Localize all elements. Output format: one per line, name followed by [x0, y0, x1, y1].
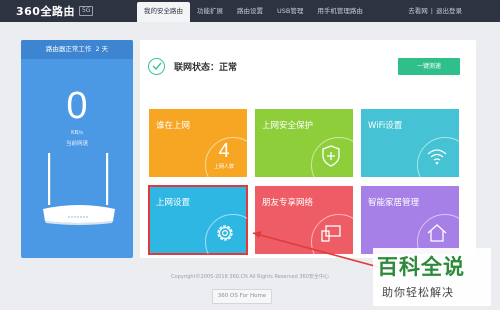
- tile-friend-network[interactable]: 朋友专享网络: [255, 186, 353, 254]
- top-bar: 360全路由 5G 我的安全路由 功能扩展 路由设置 USB管理 用手机管理路由…: [0, 0, 500, 22]
- watermark-logo: 百科全说 助你轻松解决: [373, 248, 491, 306]
- brand-name: 360全路由: [16, 5, 75, 18]
- online-count-label: 上网人数: [213, 164, 234, 170]
- uptime-header: 路由器正常工作 2 天: [21, 40, 133, 59]
- home-icon: [423, 219, 451, 247]
- wifi-icon: [423, 142, 451, 170]
- tile-label: 朋友专享网络: [262, 198, 314, 208]
- tile-wifi-settings[interactable]: WiFi设置: [361, 109, 459, 177]
- nav-extensions[interactable]: 功能扩展: [190, 0, 230, 22]
- speed-unit: KB/s: [70, 130, 84, 136]
- nav-usb[interactable]: USB管理: [270, 0, 310, 22]
- shield-plus-icon: [317, 142, 345, 170]
- uptime-unit: 天: [101, 45, 109, 53]
- devices-icon: [317, 219, 345, 247]
- tile-label: 智能家居管理: [368, 198, 420, 208]
- uptime-days: 2: [95, 45, 100, 53]
- account-link[interactable]: 去看网: [408, 0, 428, 22]
- logout-link[interactable]: 退出登录: [436, 0, 462, 22]
- tile-smart-home[interactable]: 智能家居管理: [361, 186, 459, 254]
- main-panel: 联网状态：正常 一键测速 谁在上网 4 上网人数 上网安全保护 WiFi设置 上…: [140, 40, 476, 258]
- tile-label: 谁在上网: [156, 121, 191, 131]
- account-links: 去看网 | 退出登录: [408, 0, 462, 22]
- network-status: 联网状态：正常: [148, 57, 237, 75]
- online-count: 4: [218, 140, 230, 162]
- tile-label: 上网设置: [156, 198, 191, 208]
- watermark-subtitle: 助你轻松解决: [382, 286, 454, 299]
- tile-internet-settings[interactable]: 上网设置: [148, 185, 248, 255]
- network-status-label: 联网状态：正常: [174, 62, 238, 73]
- nav-router-settings[interactable]: 路由设置: [230, 0, 270, 22]
- model-badge: 5G: [78, 6, 94, 16]
- tile-label: 上网安全保护: [262, 121, 314, 131]
- tile-security-protection[interactable]: 上网安全保护: [255, 109, 353, 177]
- os-button[interactable]: 360 OS For Home: [212, 289, 272, 304]
- tile-label: WiFi设置: [368, 121, 403, 131]
- speed-value: 0: [66, 85, 88, 127]
- gear-icon: [211, 219, 239, 247]
- tile-who-online[interactable]: 谁在上网 4 上网人数: [149, 109, 247, 177]
- router-icon: [43, 153, 115, 225]
- watermark-title: 百科全说: [377, 255, 465, 279]
- nav-mobile-manage[interactable]: 用手机管理路由: [310, 0, 370, 22]
- uptime-label: 路由器正常工作: [45, 45, 92, 53]
- speed-test-button[interactable]: 一键测速: [398, 58, 460, 75]
- check-icon: [148, 57, 165, 75]
- router-status-card: 路由器正常工作 2 天 0 KB/s 当前网速: [21, 40, 133, 258]
- logo: 360全路由 5G: [16, 3, 94, 19]
- nav-my-router[interactable]: 我的安全路由: [137, 2, 190, 22]
- main-nav: 我的安全路由 功能扩展 路由设置 USB管理 用手机管理路由: [137, 0, 370, 22]
- separator: |: [430, 7, 433, 15]
